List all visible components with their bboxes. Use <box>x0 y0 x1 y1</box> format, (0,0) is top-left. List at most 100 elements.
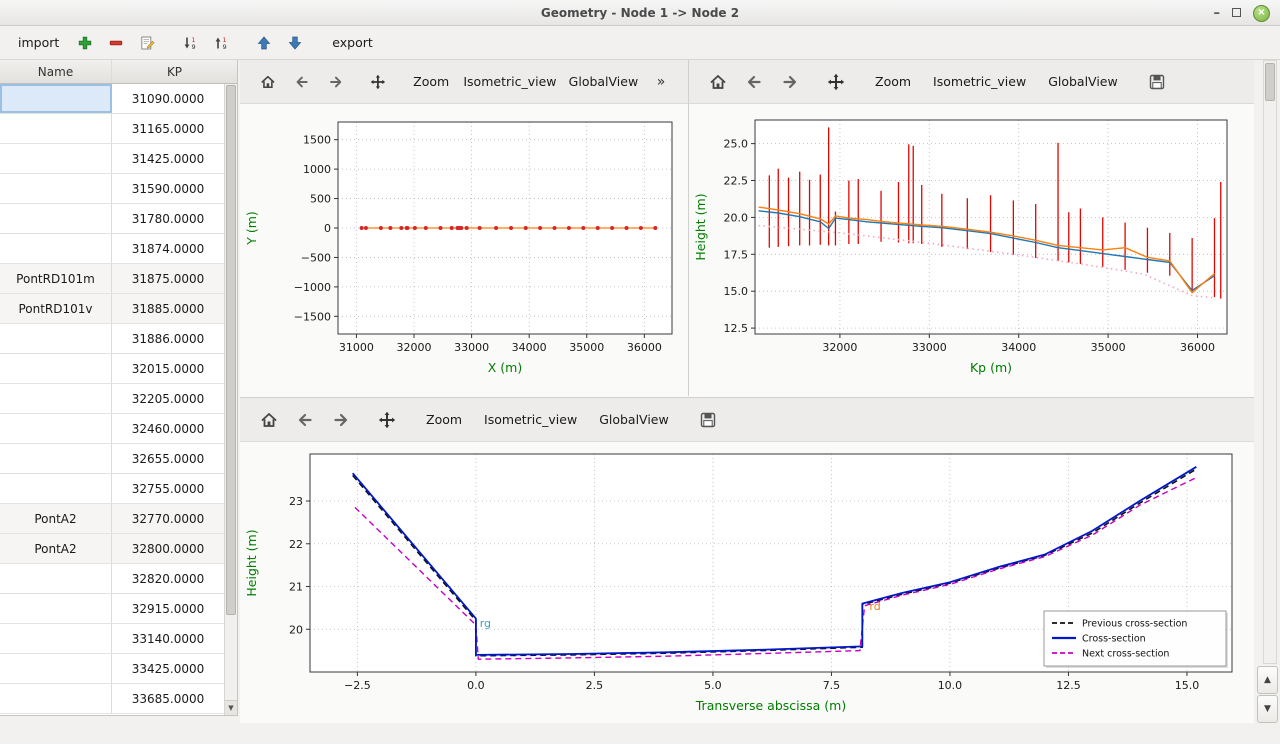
titlebar[interactable]: Geometry - Node 1 -> Node 2 – × <box>0 0 1280 26</box>
name-cell[interactable]: PontA2 <box>0 534 112 563</box>
table-row[interactable]: PontRD101v31885.0000 <box>0 294 224 324</box>
name-cell[interactable] <box>0 444 112 473</box>
table-row[interactable]: 32205.0000 <box>0 384 224 414</box>
name-cell[interactable] <box>0 204 112 233</box>
move-up-button[interactable] <box>250 29 277 56</box>
table-row[interactable]: 31886.0000 <box>0 324 224 354</box>
pan-button[interactable] <box>362 67 394 97</box>
home-button[interactable] <box>252 405 286 435</box>
name-cell[interactable] <box>0 654 112 683</box>
move-down-button[interactable] <box>281 29 308 56</box>
minimize-button[interactable]: – <box>1214 7 1221 20</box>
kp-cell[interactable]: 32800.0000 <box>112 534 224 563</box>
kp-cell[interactable]: 31165.0000 <box>112 114 224 143</box>
forward-button[interactable] <box>324 405 358 435</box>
back-button[interactable] <box>288 405 322 435</box>
table-row[interactable]: PontRD101m31875.0000 <box>0 264 224 294</box>
close-button[interactable]: × <box>1253 5 1270 22</box>
sort-ascending-button[interactable]: 19 <box>207 29 234 56</box>
scroll-down-button[interactable]: ▼ <box>1257 695 1278 723</box>
table-row[interactable]: 31165.0000 <box>0 114 224 144</box>
name-cell[interactable] <box>0 84 112 113</box>
scroll-up-button[interactable]: ▲ <box>1257 666 1278 694</box>
zoom-button[interactable]: Zoom <box>865 67 921 97</box>
kp-cell[interactable]: 32755.0000 <box>112 474 224 503</box>
window-scrollbar-thumb[interactable] <box>1265 63 1275 101</box>
name-cell[interactable] <box>0 624 112 653</box>
kp-cell[interactable]: 32770.0000 <box>112 504 224 533</box>
isometric-view-button[interactable]: Isometric_view <box>459 67 561 97</box>
name-cell[interactable] <box>0 324 112 353</box>
longitudinal-profile-chart[interactable]: 320003300034000350003600012.515.017.520.… <box>689 104 1253 394</box>
back-button[interactable] <box>737 67 771 97</box>
name-cell[interactable] <box>0 414 112 443</box>
kp-cell[interactable]: 33425.0000 <box>112 654 224 683</box>
sort-descending-button[interactable]: 19 <box>176 29 203 56</box>
kp-cell[interactable]: 32820.0000 <box>112 564 224 593</box>
name-cell[interactable]: PontRD101m <box>0 264 112 293</box>
kp-cell[interactable]: 32015.0000 <box>112 354 224 383</box>
back-button[interactable] <box>286 67 318 97</box>
name-cell[interactable] <box>0 144 112 173</box>
kp-cell[interactable]: 31780.0000 <box>112 204 224 233</box>
kp-cell[interactable]: 31886.0000 <box>112 324 224 353</box>
kp-cell[interactable]: 32205.0000 <box>112 384 224 413</box>
isometric-view-button[interactable]: Isometric_view <box>923 67 1036 97</box>
add-button[interactable] <box>71 29 98 56</box>
kp-cell[interactable]: 31875.0000 <box>112 264 224 293</box>
zoom-button[interactable]: Zoom <box>416 405 472 435</box>
table-row[interactable]: 32015.0000 <box>0 354 224 384</box>
kp-cell[interactable]: 33685.0000 <box>112 684 224 713</box>
table-row[interactable]: 31780.0000 <box>0 204 224 234</box>
import-button[interactable]: import <box>10 32 67 53</box>
isometric-view-button[interactable]: Isometric_view <box>474 405 587 435</box>
table-row[interactable]: 31425.0000 <box>0 144 224 174</box>
table-row[interactable]: 32460.0000 <box>0 414 224 444</box>
table-scroll-down-button[interactable]: ▼ <box>225 700 237 715</box>
kp-cell[interactable]: 32655.0000 <box>112 444 224 473</box>
table-row[interactable]: 32820.0000 <box>0 564 224 594</box>
column-header-name[interactable]: Name <box>0 60 112 83</box>
kp-cell[interactable]: 31090.0000 <box>112 84 224 113</box>
zoom-button[interactable]: Zoom <box>405 67 457 97</box>
table-row[interactable]: PontA232770.0000 <box>0 504 224 534</box>
home-button[interactable] <box>252 67 284 97</box>
forward-button[interactable] <box>320 67 352 97</box>
table-row[interactable]: 32655.0000 <box>0 444 224 474</box>
kp-cell[interactable]: 31590.0000 <box>112 174 224 203</box>
table-row[interactable]: 32915.0000 <box>0 594 224 624</box>
export-button[interactable]: export <box>324 32 381 53</box>
table-scrollbar[interactable]: ▼ <box>224 84 237 715</box>
plan-view-chart[interactable]: 310003200033000340003500036000−1500−1000… <box>240 104 688 394</box>
window-scrollbar[interactable] <box>1263 60 1277 664</box>
table-row[interactable]: 31590.0000 <box>0 174 224 204</box>
name-cell[interactable] <box>0 684 112 713</box>
table-row[interactable]: 32755.0000 <box>0 474 224 504</box>
cross-section-chart[interactable]: −2.50.02.55.07.510.012.515.020212223rgrd… <box>240 442 1252 722</box>
remove-button[interactable] <box>102 29 129 56</box>
name-cell[interactable] <box>0 564 112 593</box>
name-cell[interactable] <box>0 234 112 263</box>
name-cell[interactable] <box>0 474 112 503</box>
table-row[interactable]: 31874.0000 <box>0 234 224 264</box>
save-button[interactable] <box>691 405 725 435</box>
save-button[interactable] <box>1140 67 1174 97</box>
edit-button[interactable] <box>133 29 160 56</box>
name-cell[interactable] <box>0 114 112 143</box>
table-row[interactable]: 33425.0000 <box>0 654 224 684</box>
forward-button[interactable] <box>773 67 807 97</box>
kp-cell[interactable]: 33140.0000 <box>112 624 224 653</box>
name-cell[interactable] <box>0 384 112 413</box>
kp-cell[interactable]: 31425.0000 <box>112 144 224 173</box>
global-view-button[interactable]: GlobalView <box>1038 67 1128 97</box>
table-row[interactable]: PontA232800.0000 <box>0 534 224 564</box>
name-cell[interactable]: PontRD101v <box>0 294 112 323</box>
maximize-button[interactable] <box>1232 7 1241 20</box>
kp-cell[interactable]: 31885.0000 <box>112 294 224 323</box>
table-row[interactable]: 31090.0000 <box>0 84 224 114</box>
name-cell[interactable]: PontA2 <box>0 504 112 533</box>
table-row[interactable]: 33685.0000 <box>0 684 224 714</box>
pan-button[interactable] <box>819 67 853 97</box>
name-cell[interactable] <box>0 174 112 203</box>
name-cell[interactable] <box>0 354 112 383</box>
